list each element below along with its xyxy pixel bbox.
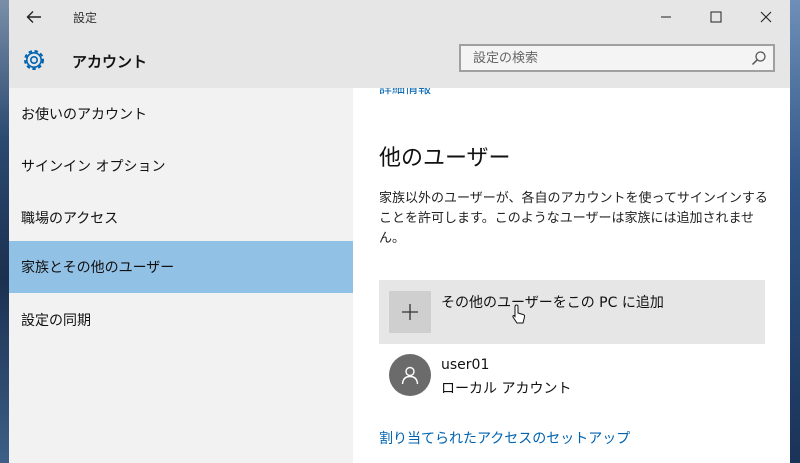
add-user-label: その他のユーザーをこの PC に追加 (441, 295, 664, 311)
desktop-background-right (790, 0, 800, 463)
close-icon (760, 11, 772, 23)
sidebar-item-your-account[interactable]: お使いのアカウント (9, 88, 353, 140)
page-title: アカウント (72, 53, 148, 71)
mouse-cursor-icon (512, 304, 526, 324)
sidebar-item-work-access[interactable]: 職場のアクセス (9, 192, 353, 244)
avatar (389, 354, 431, 396)
section-title: 他のユーザー (379, 146, 511, 171)
window-title: 設定 (73, 11, 98, 25)
user-icon (401, 366, 419, 385)
maximize-button[interactable] (693, 0, 739, 34)
sidebar-item-label: 家族とその他のユーザー (21, 260, 175, 276)
search-icon[interactable] (751, 50, 767, 66)
title-bar: 設定 (9, 0, 790, 34)
plus-icon (402, 304, 418, 320)
search-box[interactable] (459, 44, 775, 72)
user-name: user01 (441, 357, 490, 373)
search-input[interactable] (461, 46, 741, 70)
desktop-background-left (0, 0, 9, 463)
sidebar-item-label: サインイン オプション (21, 159, 166, 175)
sidebar-item-label: 設定の同期 (21, 313, 91, 329)
assigned-access-link[interactable]: 割り当てられたアクセスのセットアップ (379, 428, 630, 448)
maximize-icon (710, 11, 722, 23)
back-button[interactable] (21, 6, 47, 28)
sidebar-item-sign-in-options[interactable]: サインイン オプション (9, 140, 353, 192)
minimize-button[interactable] (643, 0, 689, 34)
user-list-item[interactable]: user01 ローカル アカウント (379, 354, 765, 404)
user-account-type: ローカル アカウント (441, 381, 572, 397)
sidebar-item-label: 職場のアクセス (21, 211, 119, 227)
settings-window: 設定 アカウント 設定の検索 お使いのアカウント サインイン オプション 職場の… (9, 0, 790, 463)
add-user-button[interactable]: その他のユーザーをこの PC に追加 (379, 280, 765, 344)
minimize-icon (661, 16, 671, 18)
close-button[interactable] (743, 0, 789, 34)
sidebar-item-label: お使いのアカウント (21, 107, 147, 123)
page-header: アカウント (9, 34, 790, 88)
main-content: 詳細情報 他のユーザー 家族以外のユーザーが、各自のアカウントを使ってサインイン… (353, 88, 790, 463)
sidebar-item-family-and-other-users[interactable]: 家族とその他のユーザー (9, 241, 353, 293)
sidebar: お使いのアカウント サインイン オプション 職場のアクセス 家族とその他のユーザ… (9, 88, 353, 463)
section-description: 家族以外のユーザーが、各自のアカウントを使ってサインインすることを許可します。こ… (379, 191, 768, 246)
gear-icon (24, 50, 44, 70)
more-info-link[interactable]: 詳細情報 (379, 88, 431, 97)
back-arrow-icon (26, 11, 41, 23)
add-user-tile (389, 291, 431, 333)
sidebar-item-sync-settings[interactable]: 設定の同期 (9, 294, 353, 346)
